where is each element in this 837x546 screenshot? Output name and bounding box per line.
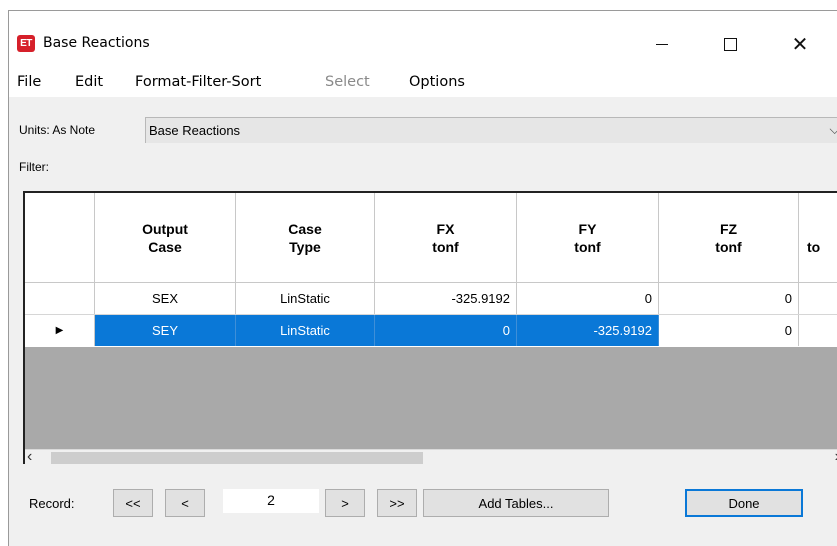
cell-fz[interactable]: 0 [659, 283, 799, 314]
base-reactions-window: ET Base Reactions ✕ File Edit Format-Fil… [8, 10, 837, 546]
header-fx[interactable]: FX tonf [375, 193, 517, 283]
close-icon: ✕ [791, 32, 809, 56]
menu-bar: File Edit Format-Filter-Sort Select Opti… [9, 69, 837, 97]
table-row[interactable]: SEX LinStatic -325.9192 0 0 [25, 283, 837, 315]
header-fy[interactable]: FY tonf [517, 193, 659, 283]
minimize-button[interactable] [639, 25, 685, 63]
cell-case-type[interactable]: LinStatic [236, 283, 375, 314]
menu-options[interactable]: Options [409, 74, 465, 90]
done-button[interactable]: Done [685, 489, 803, 517]
cell-output-case[interactable]: SEY [95, 315, 236, 346]
row-pointer-icon[interactable]: ▶ [25, 315, 95, 346]
chevron-down-icon: ⌵ [829, 121, 837, 137]
header-output-case[interactable]: Output Case [95, 193, 236, 283]
previous-record-button[interactable]: < [165, 489, 205, 517]
cell-fz[interactable]: 0 [659, 315, 799, 346]
filter-label: Filter: [19, 160, 49, 174]
cell-fy[interactable]: -325.9192 [517, 315, 659, 346]
next-record-button[interactable]: > [325, 489, 365, 517]
cell-fx[interactable]: 0 [375, 315, 517, 346]
record-number-input[interactable]: 2 [223, 489, 319, 513]
window-title: Base Reactions [43, 35, 150, 51]
add-tables-button[interactable]: Add Tables... [423, 489, 609, 517]
menu-edit[interactable]: Edit [75, 74, 103, 90]
menu-format-filter-sort[interactable]: Format-Filter-Sort [135, 74, 261, 90]
first-record-button[interactable]: << [113, 489, 153, 517]
cell-case-type[interactable]: LinStatic [236, 315, 375, 346]
maximize-button[interactable] [707, 25, 753, 63]
units-label: Units: As Note [19, 123, 96, 137]
header-case-type[interactable]: Case Type [236, 193, 375, 283]
cell-fx[interactable]: -325.9192 [375, 283, 517, 314]
row-indicator[interactable] [25, 283, 95, 314]
scroll-left-icon[interactable]: ‹ [27, 448, 32, 464]
scrollbar-thumb[interactable] [51, 452, 423, 464]
maximize-icon [723, 37, 737, 51]
cell-output-case[interactable]: SEX [95, 283, 236, 314]
menu-select: Select [325, 74, 370, 90]
table-select-dropdown[interactable]: Base Reactions ⌵ [145, 117, 837, 143]
title-bar[interactable]: ET Base Reactions ✕ [9, 11, 837, 69]
table-row-selected[interactable]: ▶ SEY LinStatic 0 -325.9192 0 [25, 315, 837, 347]
cell-next-column[interactable] [799, 315, 837, 346]
data-grid: Output Case Case Type FX tonf FY tonf FZ… [23, 191, 837, 464]
last-record-button[interactable]: >> [377, 489, 417, 517]
horizontal-scrollbar[interactable]: ‹ › [25, 448, 837, 464]
close-button[interactable]: ✕ [777, 25, 823, 63]
header-next-column[interactable]: to [799, 193, 837, 283]
grid-header: Output Case Case Type FX tonf FY tonf FZ… [25, 193, 837, 283]
cell-next-column[interactable] [799, 283, 837, 314]
header-fz[interactable]: FZ tonf [659, 193, 799, 283]
menu-file[interactable]: File [17, 74, 41, 90]
app-logo-icon: ET [17, 35, 35, 52]
cell-fy[interactable]: 0 [517, 283, 659, 314]
minimize-icon [656, 43, 668, 45]
record-label: Record: [29, 496, 75, 511]
table-select-value: Base Reactions [149, 123, 241, 138]
header-row-indicator [25, 193, 95, 283]
